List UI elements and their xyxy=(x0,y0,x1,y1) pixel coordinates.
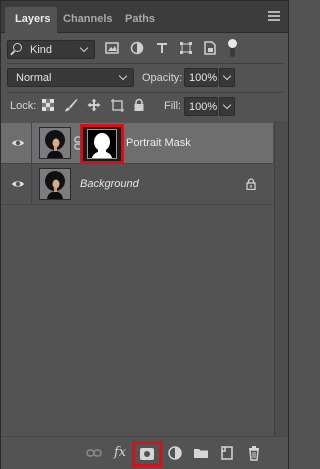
layers-panel: Layers Channels Paths Kind Normal Opacit… xyxy=(0,0,289,469)
filter-kind-select[interactable]: Kind xyxy=(7,40,95,59)
filter-toggle-switch[interactable] xyxy=(227,39,237,59)
add-layer-mask-icon xyxy=(140,448,154,460)
layers-bottom-toolbar: fx xyxy=(1,436,288,469)
tab-channels[interactable]: Channels xyxy=(53,7,123,33)
opacity-dropdown[interactable] xyxy=(219,68,235,87)
layer-name[interactable]: Portrait Mask xyxy=(126,137,191,149)
tab-layers[interactable]: Layers xyxy=(5,7,57,33)
layer-row-background[interactable]: Background xyxy=(1,164,273,205)
visibility-eye-icon[interactable] xyxy=(11,177,25,191)
fill-label: Fill: xyxy=(164,100,182,112)
chevron-down-icon xyxy=(79,43,89,53)
delete-layer-icon[interactable] xyxy=(246,445,262,461)
new-layer-icon[interactable] xyxy=(219,445,235,461)
fill-field[interactable]: 100% xyxy=(184,97,218,116)
adjustment-filter-icon[interactable] xyxy=(130,41,144,55)
add-layer-style-icon[interactable]: fx xyxy=(114,445,126,460)
chevron-down-icon xyxy=(118,71,128,81)
add-layer-mask-button[interactable] xyxy=(132,441,162,467)
new-adjustment-layer-icon[interactable] xyxy=(167,445,183,461)
filter-kind-label: Kind xyxy=(30,44,53,56)
pixel-filter-icon[interactable] xyxy=(105,41,119,55)
opacity-value: 100% xyxy=(189,72,218,84)
new-group-icon[interactable] xyxy=(193,445,209,461)
divider xyxy=(7,92,283,93)
visibility-eye-icon[interactable] xyxy=(11,136,25,150)
lock-all-icon[interactable] xyxy=(132,98,146,112)
smart-object-filter-icon[interactable] xyxy=(203,41,217,55)
fill-value: 100% xyxy=(189,101,218,113)
opacity-label: Opacity: xyxy=(142,72,183,84)
lock-image-pixels-icon[interactable] xyxy=(64,98,78,112)
layer-row-portrait-mask[interactable]: Portrait Mask xyxy=(1,123,273,164)
divider xyxy=(31,123,32,164)
chevron-down-icon xyxy=(222,100,232,110)
type-filter-icon[interactable] xyxy=(155,41,169,55)
layer-lock-icon[interactable] xyxy=(246,178,256,191)
fill-dropdown[interactable] xyxy=(219,97,235,116)
blend-mode-value: Normal xyxy=(16,72,52,84)
divider xyxy=(7,63,283,64)
panel-menu-icon[interactable] xyxy=(268,11,280,21)
lock-position-icon[interactable] xyxy=(87,98,101,112)
shape-filter-icon[interactable] xyxy=(179,41,193,55)
chevron-down-icon xyxy=(222,71,232,81)
search-icon xyxy=(13,43,22,52)
layer-thumbnail[interactable] xyxy=(39,127,71,159)
opacity-field[interactable]: 100% xyxy=(184,68,218,87)
layers-list: Portrait Mask Background xyxy=(1,121,288,436)
tab-paths[interactable]: Paths xyxy=(115,7,165,33)
layer-name[interactable]: Background xyxy=(80,178,139,190)
panel-tab-bar: Layers Channels Paths xyxy=(1,1,288,33)
layer-thumbnail[interactable] xyxy=(39,168,71,200)
blend-mode-select[interactable]: Normal xyxy=(7,68,134,87)
lock-label: Lock: xyxy=(10,100,37,112)
layers-scrollbar[interactable] xyxy=(274,121,288,436)
lock-transparent-pixels-icon[interactable] xyxy=(41,98,55,112)
lock-artboard-icon[interactable] xyxy=(110,98,124,112)
divider xyxy=(31,164,32,205)
layer-mask-thumbnail[interactable] xyxy=(80,124,124,164)
link-layers-icon[interactable] xyxy=(86,445,102,461)
